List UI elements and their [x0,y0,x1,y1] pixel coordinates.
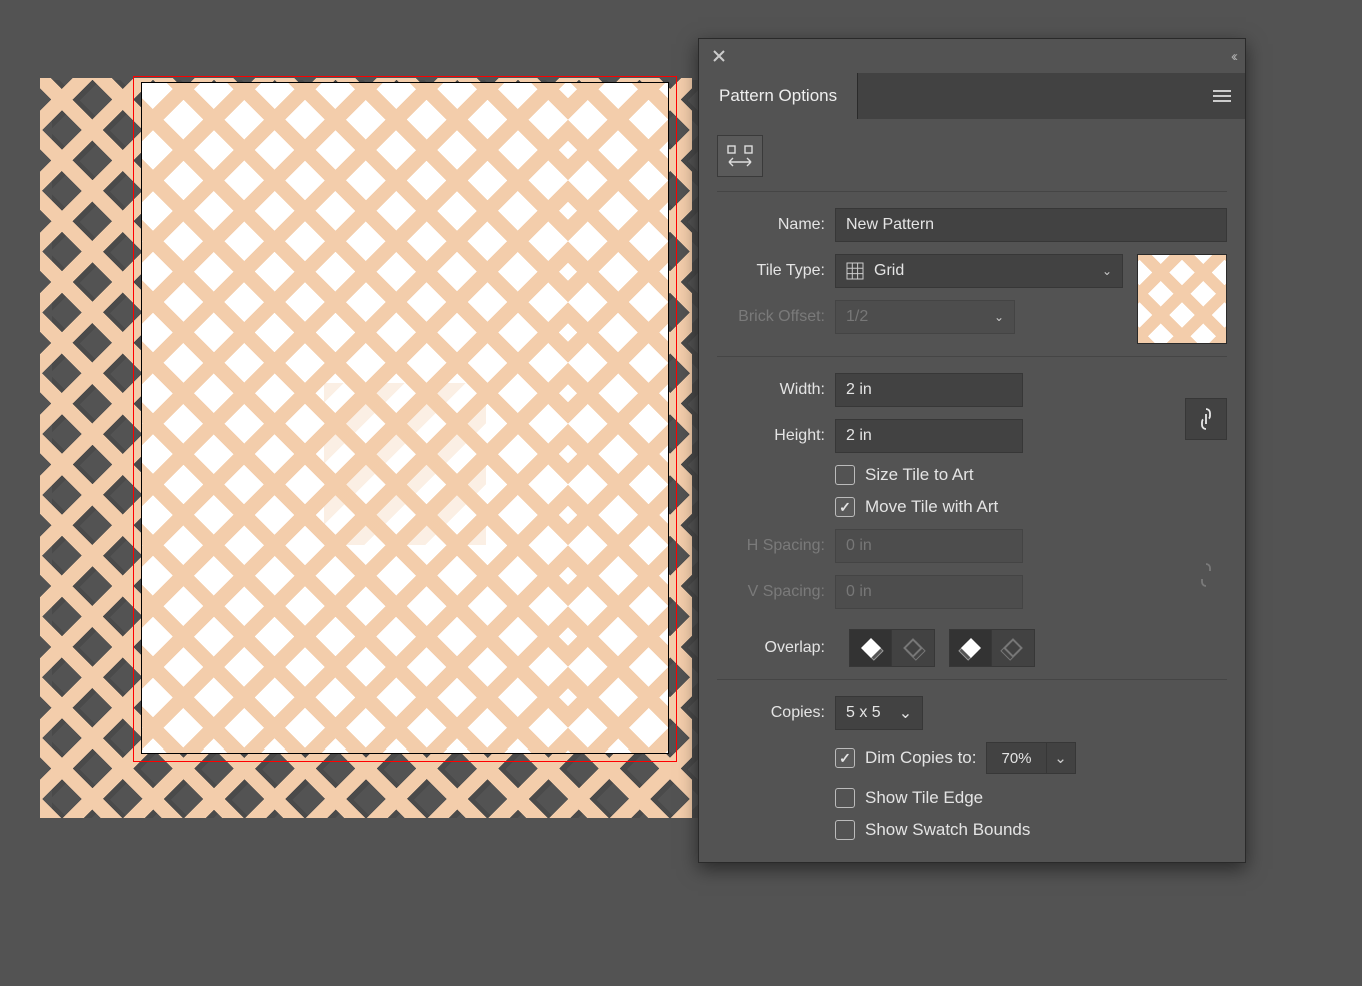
show-swatch-bounds-label: Show Swatch Bounds [865,820,1030,840]
overlap-label: Overlap: [717,639,835,657]
link-icon [1199,407,1213,431]
panel-tab-bar: Pattern Options [699,73,1245,119]
name-input[interactable]: New Pattern [835,208,1227,242]
artboard[interactable] [141,82,669,754]
link-spacing-button [1185,554,1227,596]
tab-pattern-options[interactable]: Pattern Options [699,73,858,119]
pattern-options-panel: ‹‹ Pattern Options Name: New Pattern [698,38,1246,863]
chevron-down-icon: ⌄ [994,310,1004,324]
size-tile-checkbox[interactable] [835,465,855,485]
move-tile-checkbox[interactable] [835,497,855,517]
name-label: Name: [717,216,835,234]
height-label: Height: [717,427,835,445]
width-label: Width: [717,381,835,399]
overlap-top-on-top-button[interactable] [950,630,992,666]
dim-copies-label: Dim Copies to: [865,748,976,768]
chevron-down-icon: ⌄ [899,703,912,723]
close-icon[interactable] [709,46,729,66]
overlap-left-on-top-button[interactable] [850,630,892,666]
brick-offset-label: Brick Offset: [717,308,835,326]
pattern-tile-tool-button[interactable] [717,135,763,177]
grid-icon [846,262,864,280]
collapse-panel-icon[interactable]: ‹‹ [1231,48,1235,65]
v-spacing-input: 0 in [835,575,1023,609]
show-tile-edge-label: Show Tile Edge [865,788,983,808]
show-swatch-bounds-checkbox[interactable] [835,820,855,840]
brick-offset-select: 1/2 ⌄ [835,300,1015,334]
height-input[interactable]: 2 in [835,419,1023,453]
copies-select[interactable]: 5 x 5 ⌄ [835,696,923,730]
link-broken-icon [1198,562,1214,588]
width-input[interactable]: 2 in [835,373,1023,407]
h-spacing-input: 0 in [835,529,1023,563]
chevron-down-icon: ⌄ [1102,264,1112,278]
size-tile-label: Size Tile to Art [865,465,974,485]
panel-body: Name: New Pattern Tile Type: Grid [699,119,1245,862]
pattern-tile-highlight[interactable] [324,383,486,545]
h-spacing-label: H Spacing: [717,537,835,555]
overlap-bottom-on-top-button[interactable] [992,630,1034,666]
chevron-down-icon: ⌄ [1046,742,1076,774]
copies-label: Copies: [717,704,835,722]
pattern-swatch-preview [1137,254,1227,344]
panel-menu-icon[interactable] [1199,73,1245,119]
link-dimensions-button[interactable] [1185,398,1227,440]
dim-copies-checkbox[interactable] [835,748,855,768]
overlap-vertical-group [949,629,1035,667]
dim-copies-percent-select[interactable]: 70% ⌄ [986,742,1075,774]
tile-type-label: Tile Type: [717,262,835,280]
move-tile-label: Move Tile with Art [865,497,998,517]
tile-type-select[interactable]: Grid ⌄ [835,254,1123,288]
overlap-horizontal-group [849,629,935,667]
panel-titlebar[interactable]: ‹‹ [699,39,1245,73]
v-spacing-label: V Spacing: [717,583,835,601]
overlap-right-on-top-button[interactable] [892,630,934,666]
show-tile-edge-checkbox[interactable] [835,788,855,808]
